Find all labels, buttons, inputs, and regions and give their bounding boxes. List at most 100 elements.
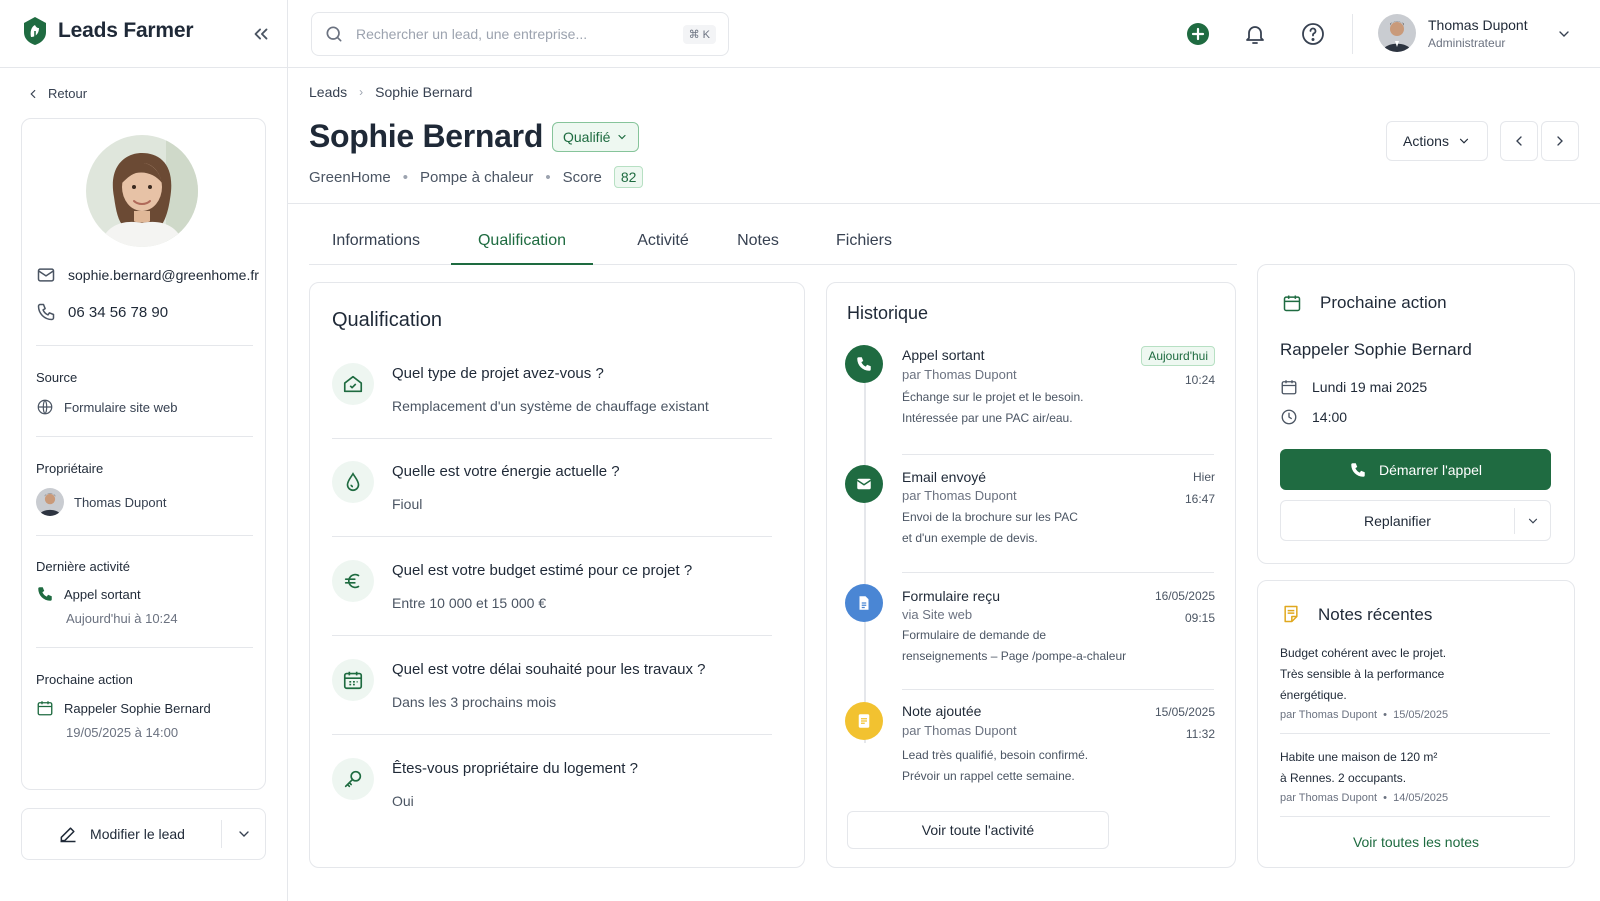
drop-icon <box>332 461 374 503</box>
bell-icon[interactable] <box>1243 22 1267 46</box>
search-shortcut: ⌘ K <box>682 24 716 44</box>
next-lead-button[interactable] <box>1541 121 1579 161</box>
history-item-author: par Thomas Dupont <box>902 723 1017 738</box>
avatar <box>36 488 64 516</box>
recent-notes-card: Notes récentes Budget cohérent avec le p… <box>1257 580 1575 868</box>
lead-phone[interactable]: 06 34 56 78 90 <box>36 302 168 322</box>
add-icon[interactable] <box>1186 22 1210 46</box>
tab-bar: Informations Qualification Activité Note… <box>309 225 1237 265</box>
history-item-author: via Site web <box>902 607 973 622</box>
last-activity-value: Appel sortant <box>36 585 141 603</box>
start-call-label: Démarrer l'appel <box>1378 461 1483 478</box>
divider <box>36 345 253 346</box>
product: Pompe à chaleur <box>419 168 534 186</box>
next-action-label: Prochaine action <box>36 672 133 687</box>
note-meta: par Thomas Dupont • 14/05/2025 <box>1280 792 1449 804</box>
status-badge[interactable]: Qualifié <box>552 122 640 152</box>
calendar-icon <box>1280 378 1298 396</box>
next-action-time-text: 14:00 <box>1312 409 1348 425</box>
lead-profile-card: sophie.bernard@greenhome.fr 06 34 56 78 … <box>21 118 266 790</box>
history-item-title: Email envoyé <box>902 469 987 485</box>
back-link[interactable]: Retour <box>26 86 87 101</box>
note-content: Habite une maison de 120 m² à Rennes. 2 o… <box>1280 750 1438 785</box>
user-name: Thomas Dupont <box>1428 16 1528 33</box>
next-action-title: Prochaine action <box>1320 293 1447 312</box>
collapse-sidebar-icon[interactable] <box>250 23 272 45</box>
separator-dot: • <box>545 168 551 186</box>
search-input[interactable] <box>356 26 671 42</box>
start-call-button[interactable]: Démarrer l'appel <box>1280 449 1551 490</box>
home-icon <box>332 363 374 405</box>
globe-icon <box>36 398 54 416</box>
question-text: Quel est votre délai souhaité pour les t… <box>392 661 706 678</box>
user-menu[interactable]: Thomas Dupont Administrateur <box>1378 14 1528 52</box>
score-label: Score <box>562 168 602 186</box>
calendar-icon <box>36 699 54 717</box>
next-action-card: Prochaine action Rappeler Sophie Bernard… <box>1257 264 1575 564</box>
recent-notes-title: Notes récentes <box>1318 605 1433 624</box>
chevron-down-icon[interactable] <box>1556 26 1572 42</box>
phone-icon <box>36 302 56 322</box>
chevron-down-icon <box>1528 518 1537 524</box>
next-action-value[interactable]: Rappeler Sophie Bernard <box>36 699 211 717</box>
reschedule-dropdown[interactable] <box>1514 507 1550 534</box>
history-item-description: Lead très qualifié, besoin confirmé. Prév… <box>902 748 1089 783</box>
tab-fichiers[interactable]: Fichiers <box>814 225 914 265</box>
tab-activite[interactable]: Activité <box>608 225 718 265</box>
divider <box>902 454 1214 455</box>
tab-qualification[interactable]: Qualification <box>451 225 593 265</box>
tab-informations[interactable]: Informations <box>309 225 443 265</box>
sidebar-divider <box>287 0 288 901</box>
document-icon <box>845 584 883 622</box>
edit-lead-button[interactable]: Modifier le lead <box>21 808 266 860</box>
see-all-activity-button[interactable]: Voir toute l'activité <box>847 811 1109 849</box>
back-label: Retour <box>48 86 88 101</box>
divider <box>332 438 772 439</box>
see-all-notes-link[interactable]: Voir toutes les notes <box>1258 834 1574 850</box>
question-text: Quel est votre budget estimé pour ce pro… <box>392 562 693 579</box>
help-icon[interactable] <box>1301 22 1325 46</box>
edit-lead-dropdown[interactable] <box>221 820 265 848</box>
brand[interactable]: Leads Farmer <box>22 16 194 46</box>
history-item-description: Formulaire de demande de renseignements –… <box>902 628 1127 663</box>
source-text: Formulaire site web <box>64 399 178 415</box>
edit-lead-main[interactable]: Modifier le lead <box>22 809 221 859</box>
lead-phone-value: 06 34 56 78 90 <box>68 303 169 321</box>
answer-text: Fioul <box>392 496 423 512</box>
search-bar[interactable]: ⌘ K <box>311 12 729 56</box>
phone-icon <box>1351 462 1365 477</box>
history-item-author: par Thomas Dupont <box>902 367 1017 382</box>
last-activity-label: Dernière activité <box>36 559 130 574</box>
history-item-title: Formulaire reçu <box>902 588 1001 604</box>
question-text: Quelle est votre énergie actuelle ? <box>392 463 620 480</box>
qualification-card: Qualification Quel type de projet avez-v… <box>309 282 805 868</box>
answer-text: Oui <box>392 793 414 809</box>
pencil-icon <box>58 824 78 844</box>
brand-name: Leads Farmer <box>58 19 194 42</box>
mail-icon <box>845 465 883 503</box>
lead-email-value: sophie.bernard@greenhome.fr <box>68 267 259 283</box>
breadcrumb-leads[interactable]: Leads <box>309 84 347 100</box>
history-item-description: Envoi de la brochure sur les PAC et d'un … <box>902 510 1078 545</box>
reschedule-button[interactable]: Replanifier <box>1280 500 1551 541</box>
tab-notes[interactable]: Notes <box>716 225 800 265</box>
chevron-left-icon <box>1516 136 1522 146</box>
page-title: Sophie Bernard <box>309 118 544 154</box>
owner-text: Thomas Dupont <box>74 494 167 510</box>
actions-button[interactable]: Actions <box>1386 121 1488 161</box>
key-icon <box>332 758 374 800</box>
owner-value[interactable]: Thomas Dupont <box>36 488 167 516</box>
previous-lead-button[interactable] <box>1500 121 1538 161</box>
calendar-icon <box>1282 293 1302 313</box>
divider <box>902 572 1214 573</box>
breadcrumb: Leads › Sophie Bernard <box>309 84 472 100</box>
history-item-author: par Thomas Dupont <box>902 488 1017 503</box>
history-card: Historique Appel sortant par Thomas Dupo… <box>826 282 1236 868</box>
divider <box>288 203 1600 204</box>
lead-email[interactable]: sophie.bernard@greenhome.fr <box>36 265 259 285</box>
last-activity-text: Appel sortant <box>64 586 141 602</box>
lead-meta: GreenHome • Pompe à chaleur • Score 82 <box>309 166 644 188</box>
reschedule-label[interactable]: Replanifier <box>1281 513 1514 529</box>
divider <box>36 535 253 536</box>
history-item-date: 16/05/2025 <box>1154 589 1215 603</box>
